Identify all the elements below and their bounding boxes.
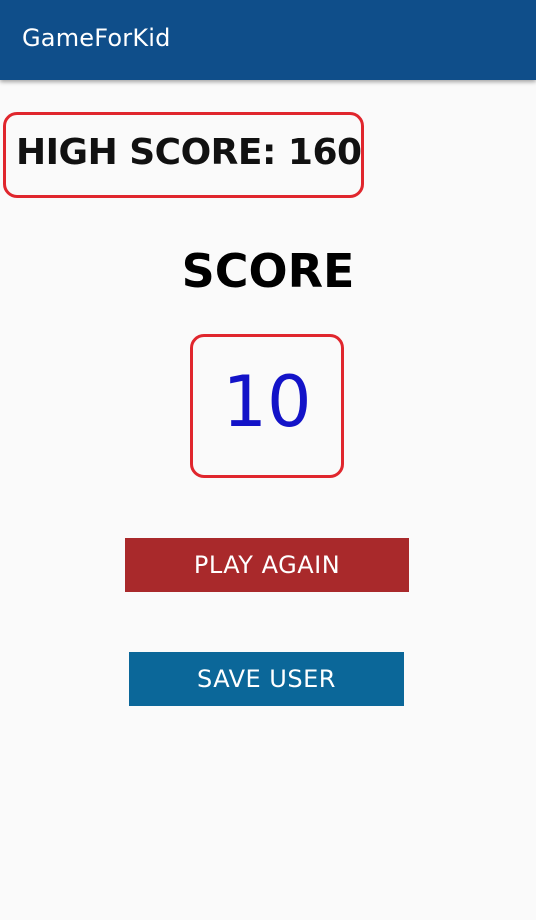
high-score-box: HIGH SCORE: 160 [3,112,364,198]
high-score-label: HIGH SCORE: 160 [16,132,362,173]
play-again-label: PLAY AGAIN [193,551,341,579]
score-box: 10 [190,334,344,478]
save-user-label: SAVE USER [197,665,336,693]
app-title: GameForKid [22,24,171,52]
score-value: 10 [222,361,312,443]
play-again-button[interactable]: PLAY AGAIN [125,538,409,592]
app-bar: GameForKid [0,0,536,80]
score-heading: SCORE [181,244,355,298]
save-user-button[interactable]: SAVE USER [129,652,404,706]
